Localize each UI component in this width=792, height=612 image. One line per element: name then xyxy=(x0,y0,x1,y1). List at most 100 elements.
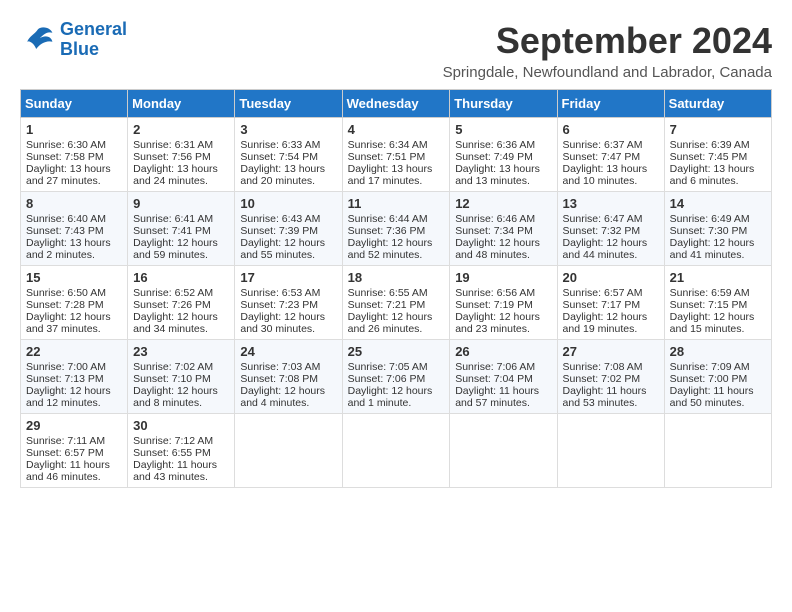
day-info-line: Sunset: 7:56 PM xyxy=(133,151,229,163)
day-info-line: Sunset: 7:30 PM xyxy=(670,225,766,237)
calendar-cell xyxy=(664,414,771,488)
day-info-line: and 57 minutes. xyxy=(455,397,551,409)
calendar-cell: 17Sunrise: 6:53 AMSunset: 7:23 PMDayligh… xyxy=(235,266,342,340)
calendar-cell: 4 Sunrise: 6:34 AMSunset: 7:51 PMDaylight… xyxy=(342,118,450,192)
day-info-line: Sunrise: 7:09 AM xyxy=(670,361,766,373)
day-info-line: Sunrise: 7:11 AM xyxy=(26,435,122,447)
day-info-line: and 27 minutes. xyxy=(26,175,122,187)
day-info-line: Daylight: 12 hours xyxy=(563,311,659,323)
day-info-line: Daylight: 13 hours xyxy=(455,163,551,175)
calendar-cell xyxy=(235,414,342,488)
day-info-line: Sunset: 7:32 PM xyxy=(563,225,659,237)
day-info-line: and 20 minutes. xyxy=(240,175,336,187)
day-info-line: Sunrise: 6:34 AM xyxy=(348,139,445,151)
day-number: 17 xyxy=(240,270,336,285)
logo: General Blue xyxy=(20,20,127,60)
calendar-cell xyxy=(450,414,557,488)
day-info-line: Sunrise: 6:41 AM xyxy=(133,213,229,225)
day-number: 30 xyxy=(133,418,229,433)
day-info-line: Daylight: 12 hours xyxy=(670,237,766,249)
day-info-line: and 12 minutes. xyxy=(26,397,122,409)
day-number: 29 xyxy=(26,418,122,433)
day-number: 16 xyxy=(133,270,229,285)
calendar-cell: 3Sunrise: 6:33 AMSunset: 7:54 PMDaylight… xyxy=(235,118,342,192)
calendar-week-3: 15Sunrise: 6:50 AMSunset: 7:28 PMDayligh… xyxy=(21,266,772,340)
day-info-line: Sunrise: 7:02 AM xyxy=(133,361,229,373)
day-number: 6 xyxy=(563,122,659,137)
day-info-line: Sunset: 7:51 PM xyxy=(348,151,445,163)
day-info-line: and 46 minutes. xyxy=(26,471,122,483)
day-info-line: and 59 minutes. xyxy=(133,249,229,261)
day-number: 27 xyxy=(563,344,659,359)
day-info-line: Sunset: 7:41 PM xyxy=(133,225,229,237)
calendar-cell: 19Sunrise: 6:56 AMSunset: 7:19 PMDayligh… xyxy=(450,266,557,340)
day-info-line: Sunrise: 7:05 AM xyxy=(348,361,445,373)
calendar-cell: 8Sunrise: 6:40 AMSunset: 7:43 PMDaylight… xyxy=(21,192,128,266)
calendar-cell: 5Sunrise: 6:36 AMSunset: 7:49 PMDaylight… xyxy=(450,118,557,192)
day-info-line: Daylight: 13 hours xyxy=(563,163,659,175)
day-info-line: Daylight: 12 hours xyxy=(26,311,122,323)
day-info-line: Sunset: 7:49 PM xyxy=(455,151,551,163)
day-info-line: Daylight: 12 hours xyxy=(240,237,336,249)
day-number: 25 xyxy=(348,344,445,359)
day-info-line: Daylight: 12 hours xyxy=(563,237,659,249)
calendar-week-4: 22Sunrise: 7:00 AMSunset: 7:13 PMDayligh… xyxy=(21,340,772,414)
day-info-line: Sunrise: 6:33 AM xyxy=(240,139,336,151)
day-info-line: Sunset: 6:55 PM xyxy=(133,447,229,459)
day-info-line: Daylight: 12 hours xyxy=(26,385,122,397)
day-info-line: and 53 minutes. xyxy=(563,397,659,409)
day-info-line: Daylight: 13 hours xyxy=(26,163,122,175)
calendar-cell: 21Sunrise: 6:59 AMSunset: 7:15 PMDayligh… xyxy=(664,266,771,340)
calendar-cell: 29Sunrise: 7:11 AMSunset: 6:57 PMDayligh… xyxy=(21,414,128,488)
col-saturday: Saturday xyxy=(664,90,771,118)
day-info-line: Sunset: 7:19 PM xyxy=(455,299,551,311)
day-number: 8 xyxy=(26,196,122,211)
calendar-cell: 28Sunrise: 7:09 AMSunset: 7:00 PMDayligh… xyxy=(664,340,771,414)
day-info-line: Sunrise: 6:37 AM xyxy=(563,139,659,151)
calendar-cell xyxy=(557,414,664,488)
calendar-cell: 18Sunrise: 6:55 AMSunset: 7:21 PMDayligh… xyxy=(342,266,450,340)
day-info-line: Daylight: 13 hours xyxy=(348,163,445,175)
day-info-line: Sunrise: 6:39 AM xyxy=(670,139,766,151)
calendar-cell xyxy=(342,414,450,488)
day-info-line: Sunrise: 6:55 AM xyxy=(348,287,445,299)
day-info-line: Daylight: 13 hours xyxy=(670,163,766,175)
day-info-line: Sunset: 7:34 PM xyxy=(455,225,551,237)
day-info-line: and 4 minutes. xyxy=(240,397,336,409)
calendar-cell: 24Sunrise: 7:03 AMSunset: 7:08 PMDayligh… xyxy=(235,340,342,414)
day-number: 24 xyxy=(240,344,336,359)
day-info-line: Sunrise: 6:52 AM xyxy=(133,287,229,299)
day-info-line: Sunset: 6:57 PM xyxy=(26,447,122,459)
day-number: 21 xyxy=(670,270,766,285)
day-info-line: Sunset: 7:02 PM xyxy=(563,373,659,385)
day-info-line: Daylight: 12 hours xyxy=(348,385,445,397)
day-info-line: Daylight: 13 hours xyxy=(26,237,122,249)
calendar-table: Sunday Monday Tuesday Wednesday Thursday… xyxy=(20,89,772,488)
day-info-line: and 43 minutes. xyxy=(133,471,229,483)
day-number: 20 xyxy=(563,270,659,285)
day-info-line: Sunrise: 6:46 AM xyxy=(455,213,551,225)
day-info-line: and 55 minutes. xyxy=(240,249,336,261)
calendar-cell: 6 Sunrise: 6:37 AMSunset: 7:47 PMDaylight… xyxy=(557,118,664,192)
day-info-line: and 19 minutes. xyxy=(563,323,659,335)
day-info-line: and 10 minutes. xyxy=(563,175,659,187)
day-info-line: Sunset: 7:47 PM xyxy=(563,151,659,163)
calendar-cell: 2Sunrise: 6:31 AMSunset: 7:56 PMDaylight… xyxy=(128,118,235,192)
title-block: September 2024 Springdale, Newfoundland … xyxy=(443,20,772,81)
day-number: 4 xyxy=(348,122,445,137)
col-thursday: Thursday xyxy=(450,90,557,118)
col-wednesday: Wednesday xyxy=(342,90,450,118)
day-info-line: and 2 minutes. xyxy=(26,249,122,261)
day-info-line: Sunrise: 6:36 AM xyxy=(455,139,551,151)
day-info-line: Daylight: 12 hours xyxy=(240,311,336,323)
logo-icon xyxy=(20,22,56,58)
calendar-cell: 23Sunrise: 7:02 AMSunset: 7:10 PMDayligh… xyxy=(128,340,235,414)
calendar-week-2: 8Sunrise: 6:40 AMSunset: 7:43 PMDaylight… xyxy=(21,192,772,266)
day-info-line: Sunrise: 6:59 AM xyxy=(670,287,766,299)
calendar-week-1: 1Sunrise: 6:30 AMSunset: 7:58 PMDaylight… xyxy=(21,118,772,192)
day-number: 14 xyxy=(670,196,766,211)
day-number: 7 xyxy=(670,122,766,137)
day-number: 26 xyxy=(455,344,551,359)
day-info-line: Daylight: 12 hours xyxy=(455,311,551,323)
day-info-line: Sunrise: 6:30 AM xyxy=(26,139,122,151)
